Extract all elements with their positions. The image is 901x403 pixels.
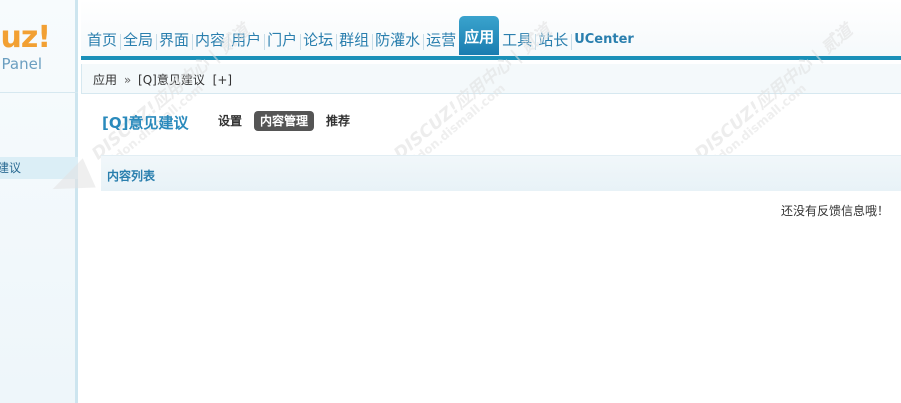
nav-item-forum[interactable]: 论坛 [300,21,336,56]
sidebar-item-suggestion[interactable]: 建议 [0,157,78,179]
nav-item-home[interactable]: 首页 [84,21,120,56]
tab-recommend[interactable]: 推荐 [320,111,356,131]
logo-text: cuz! [0,20,51,55]
empty-state-message: 还没有反馈信息哦！ [780,204,889,218]
nav-item-founder[interactable]: 站长 [535,21,571,56]
breadcrumb-current: [Q]意见建议 [138,73,205,87]
breadcrumb-root-link[interactable]: 应用 [93,73,117,87]
nav-item-tools[interactable]: 工具 [499,21,535,56]
nav-item-ucenter[interactable]: UCenter [571,21,637,56]
top-nav-items: 首页 全局 界面 内容 用户 门户 论坛 群组 防灌水 运营 应用 工具 站长 … [84,16,637,56]
nav-item-portal[interactable]: 门户 [264,21,300,56]
sidebar-item-label: 建议 [0,161,21,175]
sidebar-divider [0,92,78,93]
page-title: [Q]意见建议 [102,114,189,132]
top-navigation: 首页 全局 界面 内容 用户 门户 论坛 群组 防灌水 运营 应用 工具 站长 … [81,0,901,60]
nav-item-apps[interactable]: 应用 [459,16,500,55]
tab-settings[interactable]: 设置 [212,111,248,131]
nav-item-group[interactable]: 群组 [336,21,372,56]
breadcrumb-bar: 应用 » [Q]意见建议 [+] [81,64,901,94]
content-list-header: 内容列表 [101,155,901,191]
nav-item-content[interactable]: 内容 [192,21,228,56]
nav-item-user[interactable]: 用户 [228,21,264,56]
add-to-menu-link[interactable]: [+] [213,73,232,87]
main-content: DISCUZ!应用中心 | 贰道 addon.dismall.com DISCU… [46,21,901,403]
logo-subtitle: Panel [1,55,42,73]
left-column: cuz! Panel 建议 [0,0,78,403]
tab-content-management[interactable]: 内容管理 [254,111,315,131]
breadcrumb: 应用 » [Q]意见建议 [+] [93,71,232,88]
breadcrumb-separator: » [123,73,132,87]
nav-item-global[interactable]: 全局 [120,21,156,56]
nav-item-operation[interactable]: 运营 [423,21,459,56]
sub-tabs: 设置 内容管理 推荐 [212,111,356,131]
nav-item-antispam[interactable]: 防灌水 [372,21,423,56]
nav-item-style[interactable]: 界面 [156,21,192,56]
section-title: 内容列表 [107,169,156,183]
discuz-logo[interactable]: cuz! Panel [0,14,78,74]
